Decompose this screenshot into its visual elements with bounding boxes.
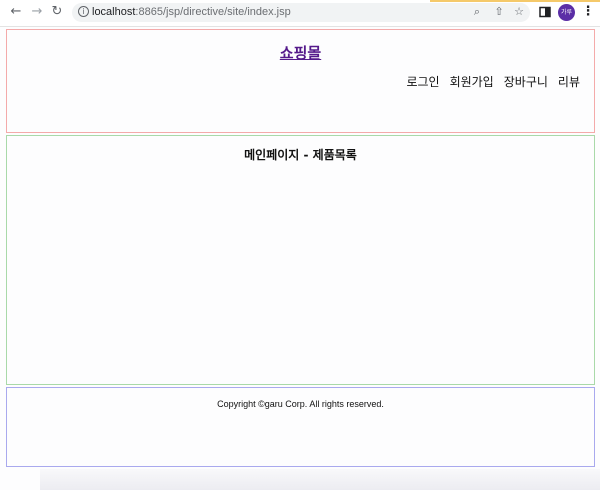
site-footer: Copyright ©garu Corp. All rights reserve… xyxy=(6,387,595,467)
nav-review[interactable]: 리뷰 xyxy=(558,75,580,89)
address-bar[interactable]: i localhost:8865/jsp/directive/site/inde… xyxy=(72,3,530,22)
arrow-left-icon[interactable]: ← xyxy=(8,4,24,20)
page-viewport: 쇼핑몰 로그인 회원가입 장바구니 리뷰 메인페이지 - 제품목록 Copyright… xyxy=(0,27,600,490)
url-text[interactable]: localhost:8865/jsp/directive/site/index.… xyxy=(92,5,291,20)
site-header: 쇼핑몰 로그인 회원가입 장바구니 리뷰 xyxy=(6,29,595,133)
window-accent-strip xyxy=(430,0,600,2)
site-title-link[interactable]: 쇼핑몰 xyxy=(7,42,594,63)
url-host: localhost xyxy=(92,6,136,18)
nav-login[interactable]: 로그인 xyxy=(406,75,439,89)
url-path: :8865/jsp/directive/site/index.jsp xyxy=(135,6,291,18)
window-shadow xyxy=(40,469,600,490)
side-panel-icon[interactable] xyxy=(537,4,553,20)
main-heading: 메인페이지 - 제품목록 xyxy=(244,148,357,162)
nav-signup[interactable]: 회원가입 xyxy=(450,75,494,89)
info-icon[interactable]: i xyxy=(78,6,89,17)
share-icon[interactable]: ⇧ xyxy=(492,5,506,19)
star-icon[interactable]: ☆ xyxy=(512,5,526,19)
header-nav-menu: 로그인 회원가입 장바구니 리뷰 xyxy=(396,73,580,90)
kebab-menu-icon[interactable]: ⋮ xyxy=(580,4,596,20)
browser-toolbar: ← → ↻ i localhost:8865/jsp/directive/sit… xyxy=(0,0,600,27)
arrow-right-icon[interactable]: → xyxy=(29,4,45,20)
reload-icon[interactable]: ↻ xyxy=(49,4,65,20)
magnifier-icon[interactable]: ⌕ xyxy=(470,5,484,19)
main-content: 메인페이지 - 제품목록 xyxy=(6,135,595,385)
footer-copyright: Copyright ©garu Corp. All rights reserve… xyxy=(217,399,384,409)
profile-avatar[interactable]: 가루 xyxy=(558,4,575,21)
nav-cart[interactable]: 장바구니 xyxy=(504,75,548,89)
